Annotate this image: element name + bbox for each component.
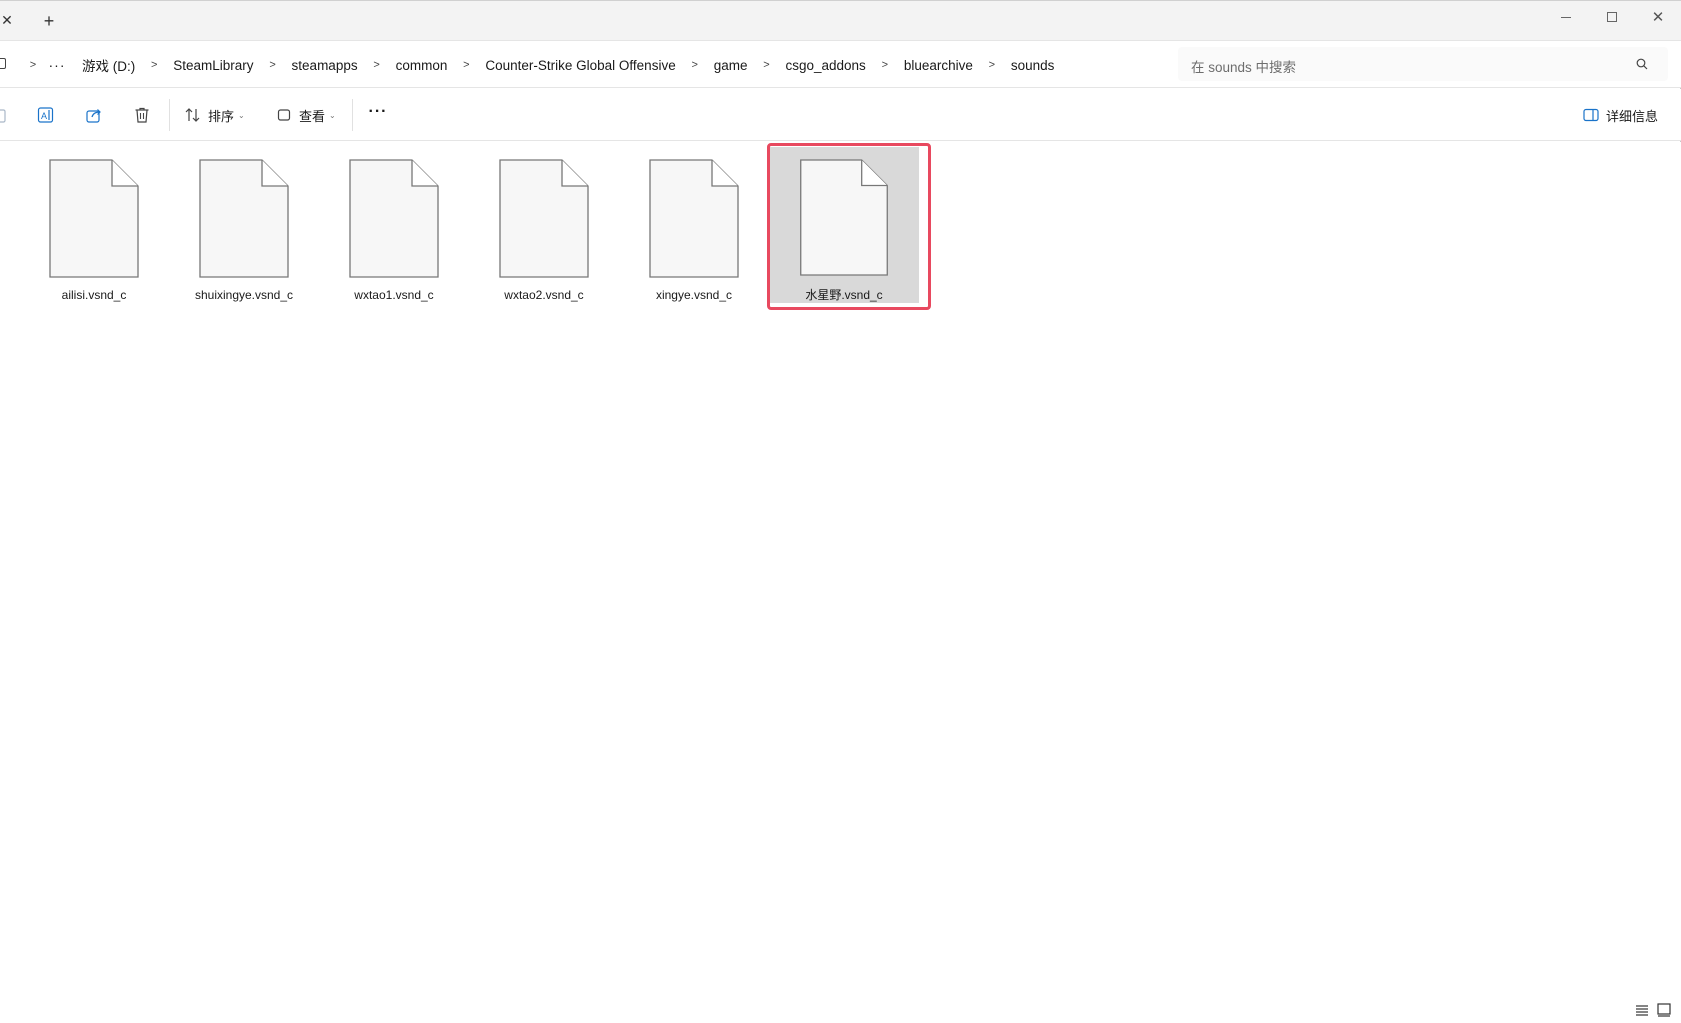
details-view-icon[interactable]: [1633, 1001, 1651, 1019]
file-icon: [199, 159, 289, 278]
file-name: ailisi.vsnd_c: [61, 288, 127, 302]
breadcrumb-item-sounds[interactable]: sounds: [1001, 58, 1065, 73]
breadcrumb-item-steamapps[interactable]: steamapps: [282, 58, 368, 73]
breadcrumb-item-csgo[interactable]: Counter-Strike Global Offensive: [475, 58, 685, 73]
chevron-right-icon[interactable]: >: [145, 59, 163, 71]
divider: [169, 99, 170, 131]
sort-icon: [185, 108, 200, 122]
status-bar: [0, 997, 1681, 1023]
window-controls: ✕: [1543, 1, 1681, 33]
window-close-icon[interactable]: ✕: [1635, 1, 1681, 33]
file-item[interactable]: ailisi.vsnd_c: [19, 147, 169, 303]
file-icon: [649, 159, 739, 278]
file-icon: [800, 159, 888, 276]
breadcrumb: > ··· 游戏 (D:) > SteamLibrary > steamapps…: [24, 41, 1064, 89]
details-label: 详细信息: [1606, 108, 1659, 124]
breadcrumb-item-steamlibrary[interactable]: SteamLibrary: [163, 58, 263, 73]
file-name: xingye.vsnd_c: [655, 288, 733, 302]
sort-button[interactable]: 排序 ⌄: [184, 103, 245, 127]
search-placeholder: 在 sounds 中搜索: [1191, 60, 1297, 75]
file-name: 水星野.vsnd_c: [805, 288, 883, 302]
file-name: shuixingye.vsnd_c: [194, 288, 294, 302]
details-pane-icon: [1583, 108, 1599, 122]
chevron-down-icon: ⌄: [329, 110, 336, 120]
paste-icon[interactable]: [0, 105, 10, 125]
plus-icon[interactable]: +: [41, 12, 57, 30]
view-icon: [277, 109, 291, 121]
share-icon[interactable]: [84, 105, 104, 125]
file-name: wxtao2.vsnd_c: [504, 288, 584, 302]
chevron-right-icon[interactable]: >: [757, 59, 775, 71]
chevron-right-icon[interactable]: >: [983, 59, 1001, 71]
chevron-right-icon[interactable]: >: [368, 59, 386, 71]
file-item[interactable]: wxtao2.vsnd_c: [469, 147, 619, 303]
chevron-right-icon[interactable]: >: [457, 59, 475, 71]
details-pane-button[interactable]: 详细信息: [1583, 103, 1658, 127]
breadcrumb-item-drive[interactable]: 游戏 (D:): [72, 55, 145, 75]
svg-text:A: A: [41, 111, 47, 121]
large-icons-view-icon[interactable]: [1655, 1001, 1673, 1019]
delete-icon[interactable]: [132, 105, 152, 125]
computer-icon[interactable]: [0, 58, 6, 69]
file-item[interactable]: xingye.vsnd_c: [619, 147, 769, 303]
search-icon[interactable]: [1636, 58, 1648, 70]
view-button[interactable]: 查看 ⌄: [276, 103, 336, 127]
chevron-right-icon[interactable]: >: [876, 59, 894, 71]
close-icon[interactable]: ✕: [0, 13, 14, 27]
file-icon: [349, 159, 439, 278]
breadcrumb-item-bluearchive[interactable]: bluearchive: [894, 58, 983, 73]
file-icon: [499, 159, 589, 278]
command-bar: A 排序 ⌄ 查看 ⌄ ··· 详细信息: [0, 89, 1681, 141]
file-explorer-window: ✕ + ✕ > ··· 游戏 (D:) > SteamLibrary > ste…: [0, 0, 1681, 1023]
file-list-area: ailisi.vsnd_c shuixingye.vsnd_c wxtao1.v…: [0, 142, 1681, 997]
divider: [352, 99, 353, 131]
chevron-down-icon: ⌄: [238, 110, 245, 120]
rename-icon[interactable]: A: [36, 105, 56, 125]
tab-bar: ✕ + ✕: [0, 0, 1681, 40]
sort-label: 排序: [208, 108, 235, 124]
chevron-right-icon[interactable]: >: [264, 59, 282, 71]
file-item[interactable]: wxtao1.vsnd_c: [319, 147, 469, 303]
file-item[interactable]: shuixingye.vsnd_c: [169, 147, 319, 303]
file-item-selected[interactable]: 水星野.vsnd_c: [769, 147, 919, 303]
search-input[interactable]: 在 sounds 中搜索: [1178, 47, 1668, 81]
breadcrumb-item-common[interactable]: common: [386, 58, 458, 73]
chevron-right-icon[interactable]: >: [24, 59, 42, 71]
view-label: 查看: [299, 108, 326, 124]
chevron-right-icon[interactable]: >: [686, 59, 704, 71]
breadcrumb-item-csgo-addons[interactable]: csgo_addons: [775, 58, 875, 73]
address-bar: > ··· 游戏 (D:) > SteamLibrary > steamapps…: [0, 40, 1681, 88]
breadcrumb-item-game[interactable]: game: [704, 58, 758, 73]
minimize-icon[interactable]: [1543, 1, 1589, 33]
file-icon: [49, 159, 139, 278]
maximize-icon[interactable]: [1589, 1, 1635, 33]
breadcrumb-overflow-button[interactable]: ···: [42, 57, 72, 73]
more-options-button[interactable]: ···: [366, 103, 390, 127]
file-name: wxtao1.vsnd_c: [354, 288, 434, 302]
